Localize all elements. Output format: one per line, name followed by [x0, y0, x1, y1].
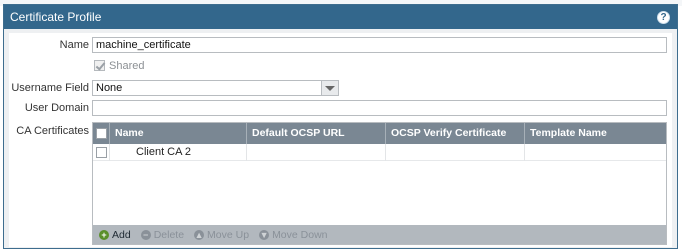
column-header-template-name[interactable]: Template Name — [525, 123, 666, 144]
row-checkbox[interactable] — [96, 147, 107, 158]
certificate-profile-dialog: Certificate Profile ? Name machine_certi… — [3, 4, 678, 249]
row-select-cell — [93, 144, 110, 161]
select-all-cell — [93, 123, 110, 144]
arrow-down-icon: ▼ — [259, 229, 270, 240]
add-button-label: Add — [112, 228, 131, 241]
column-header-ocsp-verify-certificate[interactable]: OCSP Verify Certificate — [386, 123, 525, 144]
dialog-titlebar: Certificate Profile — [4, 5, 677, 29]
help-icon[interactable]: ? — [657, 11, 670, 24]
cell-name: Client CA 2 — [110, 144, 247, 161]
name-label: Name — [59, 39, 89, 51]
move-down-button[interactable]: ▼ Move Down — [259, 228, 328, 241]
ca-certificates-grid: Name Default OCSP URL OCSP Verify Certif… — [92, 122, 667, 245]
add-button[interactable]: + Add — [99, 229, 131, 241]
shared-checkbox[interactable] — [94, 60, 105, 71]
move-down-button-label: Move Down — [272, 228, 328, 241]
chevron-down-icon — [325, 85, 335, 91]
cell-template-name[interactable] — [525, 144, 666, 161]
ca-certificates-label: CA Certificates — [16, 125, 89, 137]
username-field-dropdown-button[interactable] — [321, 80, 339, 96]
table-row[interactable]: Client CA 2 — [93, 144, 666, 161]
name-input[interactable]: machine_certificate — [92, 37, 667, 53]
dialog-body: Name machine_certificate Shared Username… — [9, 33, 672, 247]
column-header-name[interactable]: Name — [110, 123, 247, 144]
grid-toolbar: + Add − Delete ▲ Move Up ▼ Move Down — [93, 225, 666, 244]
user-domain-input[interactable] — [92, 100, 667, 116]
select-all-checkbox[interactable] — [96, 128, 107, 139]
plus-icon: + — [99, 229, 109, 240]
move-up-button[interactable]: ▲ Move Up — [194, 229, 249, 241]
username-field-select[interactable]: None — [92, 80, 322, 96]
shared-label: Shared — [109, 60, 145, 72]
grid-header: Name Default OCSP URL OCSP Verify Certif… — [93, 123, 666, 144]
minus-icon: − — [140, 229, 151, 240]
user-domain-label: User Domain — [24, 102, 89, 114]
column-header-default-ocsp-url[interactable]: Default OCSP URL — [247, 123, 386, 144]
delete-button-label: Delete — [153, 228, 185, 241]
cell-ocsp-verify-certificate[interactable] — [386, 144, 525, 161]
dialog-title: Certificate Profile — [10, 10, 102, 24]
cell-default-ocsp-url[interactable] — [247, 144, 386, 161]
move-up-button-label: Move Up — [207, 228, 250, 241]
username-field-label: Username Field — [11, 82, 89, 94]
arrow-up-icon: ▲ — [194, 229, 205, 240]
delete-button[interactable]: − Delete — [140, 228, 185, 241]
